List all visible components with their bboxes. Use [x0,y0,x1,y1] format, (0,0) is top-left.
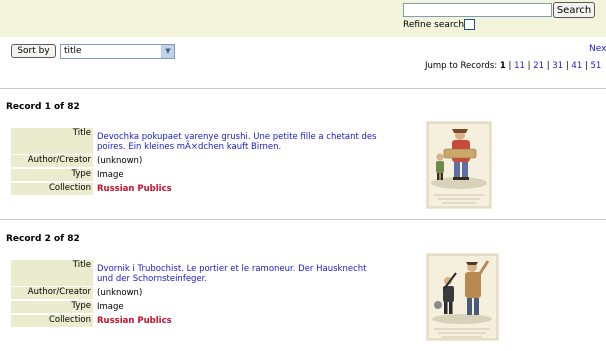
divider [0,88,606,89]
jump-to-records: Jump to Records: 1 | 11 | 21 | 31 | 41 |… [425,61,602,71]
page-link-51[interactable]: 51 [591,61,602,71]
record-type: Image [97,302,124,312]
page-link-11[interactable]: 11 [514,61,525,71]
record-author: (unknown) [97,156,143,166]
chevron-down-icon[interactable]: ▼ [161,45,174,58]
current-page: 1 [499,61,506,71]
refine-search-checkbox[interactable] [464,19,475,30]
search-input[interactable] [403,3,552,17]
record-thumbnail-image[interactable] [426,253,499,341]
field-label-title: Title [11,260,93,286]
page-link-31[interactable]: 31 [552,61,563,71]
sort-selected-value: title [64,46,82,56]
field-label-type: Type [11,301,93,313]
sort-by-button[interactable]: Sort by [11,44,56,58]
record-heading: Record 2 of 82 [6,234,80,244]
record-collection: Russian Publics [97,316,172,326]
next-page-link[interactable]: Next [589,44,606,54]
refine-search-label: Refine search [403,20,465,30]
field-label-collection: Collection [11,315,93,327]
field-label-author: Author/Creator [11,287,93,299]
record-thumbnail-image[interactable] [426,121,492,209]
search-button[interactable]: Search [553,2,595,18]
sort-field-select[interactable]: title ▼ [60,44,175,59]
record-title-link[interactable]: Devochka pokupaet varenye grushi. Une pe… [97,132,377,152]
record-type: Image [97,170,124,180]
page-link-41[interactable]: 41 [571,61,582,71]
field-label-title: Title [11,128,93,154]
record-collection: Russian Publics [97,184,172,194]
page-link-21[interactable]: 21 [533,61,544,71]
record-title-link[interactable]: Dvornik i Trubochist. Le portier et le r… [97,264,377,284]
divider [0,219,606,220]
record-author: (unknown) [97,288,143,298]
field-label-type: Type [11,169,93,181]
record-heading: Record 1 of 82 [6,102,80,112]
field-label-collection: Collection [11,183,93,195]
field-label-author: Author/Creator [11,155,93,167]
jump-label: Jump to Records: [425,61,498,71]
